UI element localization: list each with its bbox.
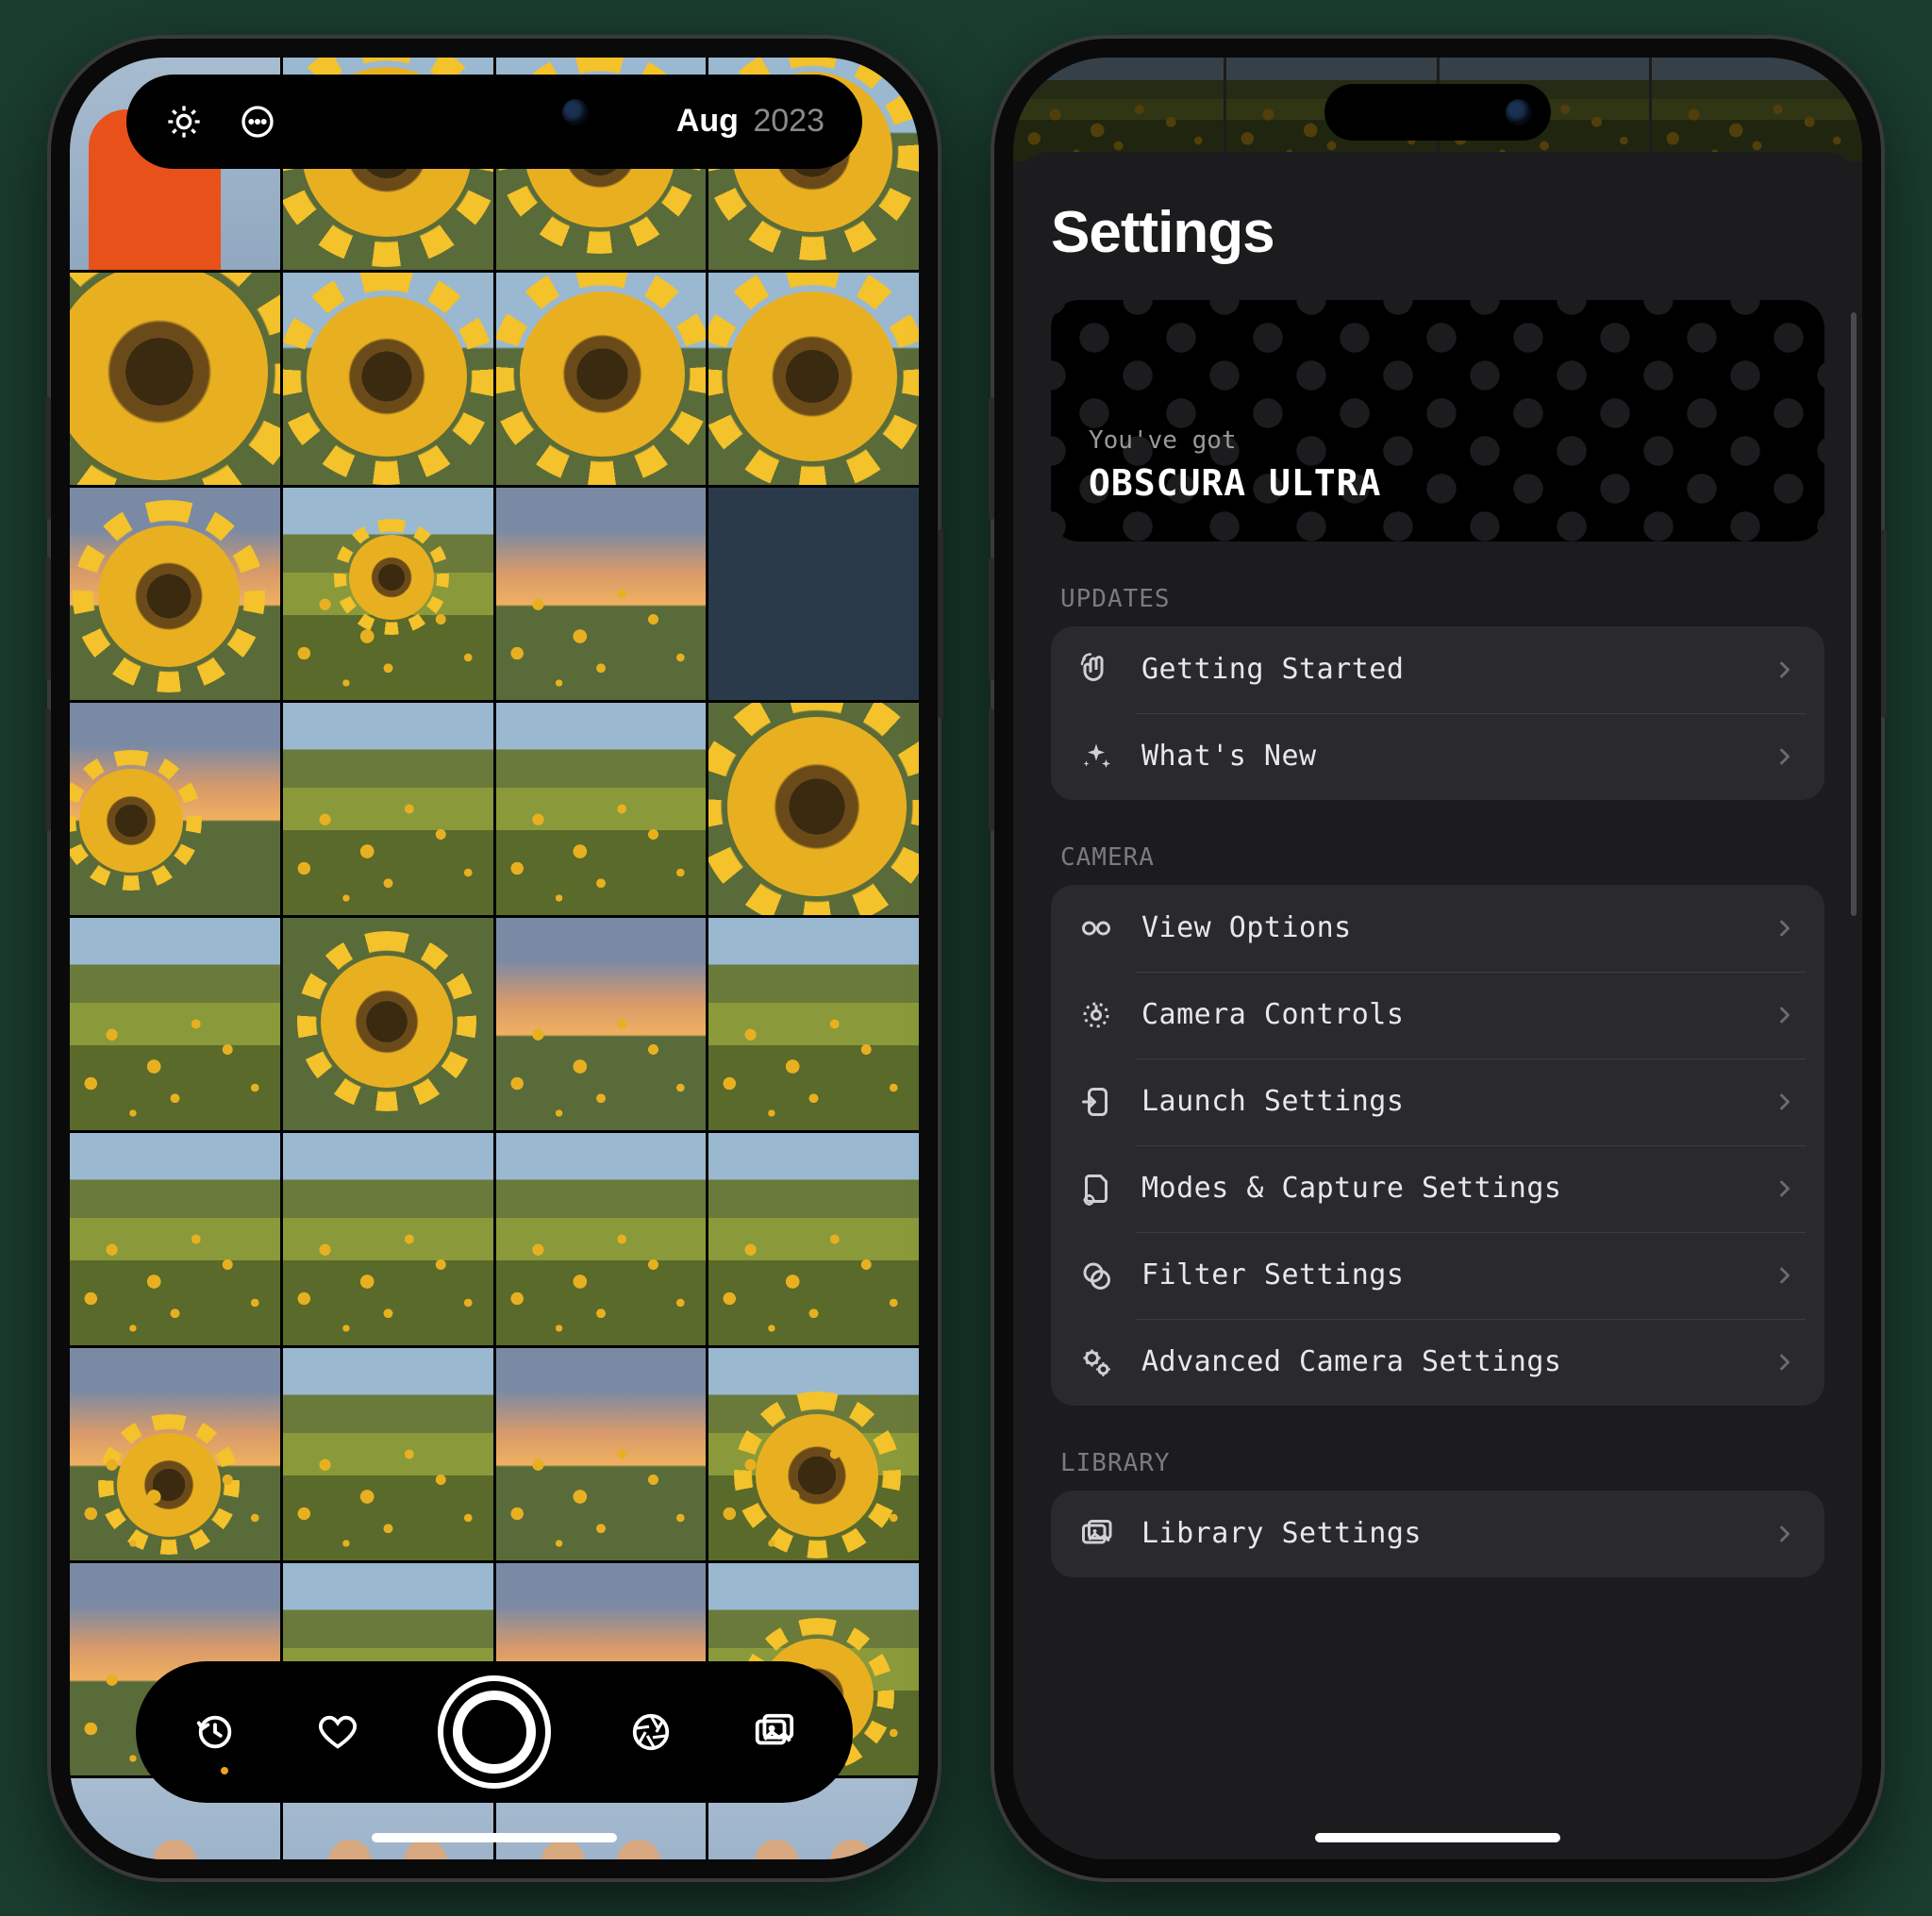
- row-camera-controls[interactable]: Camera Controls: [1051, 972, 1824, 1058]
- photo-thumb[interactable]: [283, 488, 493, 700]
- row-library-settings[interactable]: Library Settings: [1051, 1491, 1824, 1577]
- photo-thumb[interactable]: [70, 273, 280, 485]
- row-label: Advanced Camera Settings: [1141, 1345, 1745, 1378]
- dynamic-island: [1324, 84, 1551, 141]
- section-header-updates: UPDATES: [1060, 585, 1815, 613]
- settings-sheet[interactable]: Settings You've got OBSCURA ULTRA UPDATE…: [1013, 152, 1862, 1859]
- photo-thumb[interactable]: [496, 273, 707, 485]
- row-getting-started[interactable]: Getting Started: [1051, 626, 1824, 713]
- gears-icon: [1077, 1343, 1115, 1381]
- wave-hand-icon: [1077, 651, 1115, 689]
- glasses-icon: [1077, 909, 1115, 947]
- favorites-heart-icon[interactable]: [315, 1709, 360, 1755]
- row-label: Filter Settings: [1141, 1258, 1745, 1291]
- home-indicator[interactable]: [372, 1833, 617, 1842]
- photo-thumb[interactable]: [70, 1133, 280, 1345]
- library-date-month: Aug: [676, 103, 739, 139]
- launch-icon: [1077, 1083, 1115, 1121]
- photo-thumb[interactable]: [708, 1348, 919, 1560]
- row-label: Launch Settings: [1141, 1085, 1745, 1118]
- home-indicator[interactable]: [1315, 1833, 1560, 1842]
- photo-thumb[interactable]: [708, 703, 919, 915]
- row-label: Getting Started: [1141, 653, 1745, 686]
- photo-thumb[interactable]: [708, 1133, 919, 1345]
- more-ellipsis-icon[interactable]: [238, 102, 277, 142]
- row-label: What's New: [1141, 740, 1745, 773]
- photo-thumb[interactable]: [70, 1348, 280, 1560]
- photo-thumb[interactable]: [283, 273, 493, 485]
- promo-card[interactable]: You've got OBSCURA ULTRA: [1051, 300, 1824, 541]
- aperture-icon[interactable]: [628, 1709, 674, 1755]
- scroll-indicator[interactable]: [1851, 312, 1857, 916]
- gallery-icon: [1077, 1515, 1115, 1553]
- section-header-camera: CAMERA: [1060, 843, 1815, 872]
- row-label: Modes & Capture Settings: [1141, 1172, 1745, 1205]
- screen-settings: Settings You've got OBSCURA ULTRA UPDATE…: [1013, 58, 1862, 1859]
- photo-thumb[interactable]: [283, 703, 493, 915]
- row-advanced-camera[interactable]: Advanced Camera Settings: [1051, 1319, 1824, 1406]
- library-date[interactable]: Aug 2023: [676, 103, 824, 140]
- photo-thumb[interactable]: [70, 918, 280, 1130]
- row-modes-capture[interactable]: Modes & Capture Settings: [1051, 1145, 1824, 1232]
- section-library: Library Settings: [1051, 1491, 1824, 1577]
- chevron-right-icon: [1772, 1262, 1798, 1289]
- tab-active-dot: [221, 1767, 228, 1774]
- phone-library: Aug 2023: [51, 39, 938, 1878]
- row-view-options[interactable]: View Options: [1051, 885, 1824, 972]
- dynamic-island: [381, 84, 608, 141]
- photo-thumb[interactable]: [496, 918, 707, 1130]
- row-label: Camera Controls: [1141, 998, 1745, 1031]
- sparkles-icon: [1077, 738, 1115, 775]
- chevron-right-icon: [1772, 1521, 1798, 1547]
- dial-icon: [1077, 996, 1115, 1034]
- row-label: Library Settings: [1141, 1517, 1745, 1550]
- gallery-icon[interactable]: [751, 1709, 796, 1755]
- row-filter-settings[interactable]: Filter Settings: [1051, 1232, 1824, 1319]
- photo-thumb[interactable]: [708, 273, 919, 485]
- filter-rings-icon: [1077, 1257, 1115, 1294]
- screen-library: Aug 2023: [70, 58, 919, 1859]
- photo-thumb[interactable]: [70, 703, 280, 915]
- promo-title: OBSCURA ULTRA: [1089, 462, 1787, 504]
- chevron-right-icon: [1772, 1175, 1798, 1202]
- library-bottom-bar: [136, 1661, 853, 1803]
- photo-thumb[interactable]: [283, 1133, 493, 1345]
- chevron-right-icon: [1772, 1089, 1798, 1115]
- photo-thumb[interactable]: [70, 488, 280, 700]
- chevron-right-icon: [1772, 1002, 1798, 1028]
- section-camera: View Options Camera Controls Launch Sett…: [1051, 885, 1824, 1406]
- library-date-year: 2023: [753, 103, 824, 139]
- promo-subtitle: You've got: [1089, 426, 1787, 455]
- file-gear-icon: [1077, 1170, 1115, 1208]
- phone-settings: Settings You've got OBSCURA ULTRA UPDATE…: [994, 39, 1881, 1878]
- row-label: View Options: [1141, 911, 1745, 944]
- section-updates: Getting Started What's New: [1051, 626, 1824, 800]
- settings-view: Settings You've got OBSCURA ULTRA UPDATE…: [1013, 58, 1862, 1859]
- photo-thumb[interactable]: [496, 1348, 707, 1560]
- section-header-library: LIBRARY: [1060, 1449, 1815, 1477]
- recents-icon[interactable]: [192, 1709, 238, 1755]
- photo-thumb[interactable]: [283, 918, 493, 1130]
- settings-gear-icon[interactable]: [164, 102, 204, 142]
- photo-grid[interactable]: [70, 58, 919, 1859]
- row-launch-settings[interactable]: Launch Settings: [1051, 1058, 1824, 1145]
- chevron-right-icon: [1772, 657, 1798, 683]
- chevron-right-icon: [1772, 915, 1798, 941]
- photo-thumb[interactable]: [708, 488, 919, 700]
- chevron-right-icon: [1772, 743, 1798, 770]
- photo-thumb[interactable]: [283, 1348, 493, 1560]
- settings-title: Settings: [1051, 199, 1824, 266]
- photo-thumb[interactable]: [496, 1133, 707, 1345]
- photo-thumb[interactable]: [496, 488, 707, 700]
- chevron-right-icon: [1772, 1349, 1798, 1375]
- row-whats-new[interactable]: What's New: [1051, 713, 1824, 800]
- photo-thumb[interactable]: [708, 918, 919, 1130]
- photo-thumb[interactable]: [496, 703, 707, 915]
- shutter-button[interactable]: [438, 1675, 551, 1789]
- library-view: Aug 2023: [70, 58, 919, 1859]
